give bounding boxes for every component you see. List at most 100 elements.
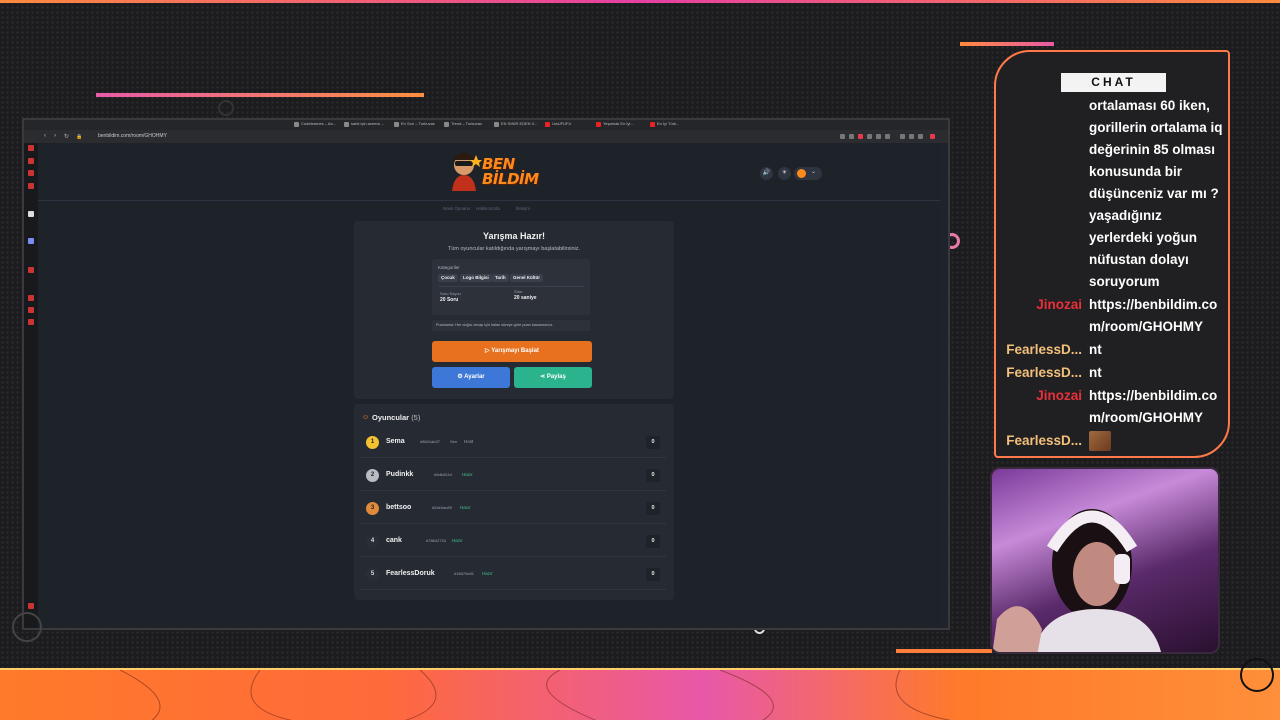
sidebar-app-icon[interactable] — [28, 211, 34, 217]
player-score: 0 — [646, 469, 660, 482]
sidebar-app-icon[interactable] — [28, 319, 34, 325]
scoring-note: Puanlama: Her doğru cevap için kalan sür… — [432, 320, 590, 331]
url-input[interactable]: benbildim.com/room/GHOHMY — [98, 133, 167, 139]
chat-message-line: nüfustan dolayı — [1089, 252, 1189, 267]
sidebar-app-icon[interactable] — [28, 170, 34, 176]
overlay-deco-bar — [960, 42, 1054, 46]
tab-favicon-icon — [596, 122, 601, 127]
browser-tab[interactable]: Trend – Turkuvaz — [444, 121, 482, 129]
forward-arrow-icon[interactable]: › — [54, 133, 56, 139]
overlay-corner-ring-icon — [12, 612, 42, 642]
extension-icon[interactable] — [918, 134, 923, 139]
user-menu-button[interactable]: ⌄ — [794, 167, 822, 180]
extension-icon[interactable] — [867, 134, 872, 139]
browser-tab[interactable]: Codelearnes – Arı... — [294, 121, 336, 129]
extension-icon[interactable] — [849, 134, 854, 139]
player-id: #54e0ac89 — [432, 505, 452, 510]
player-score: 0 — [646, 535, 660, 548]
theme-toggle-icon[interactable]: ☀ — [778, 167, 791, 180]
chat-message-line: nt — [1089, 365, 1102, 380]
settings-button[interactable]: ⚙ Ayarlar — [432, 367, 510, 388]
sound-icon[interactable]: 🔊 — [760, 167, 773, 180]
chat-message-line: yerlerdeki yoğun — [1089, 230, 1198, 245]
mascot-icon — [452, 153, 482, 191]
chat-message-line: düşünceniz var mı ? — [1089, 186, 1219, 201]
reload-icon[interactable]: ↻ — [64, 133, 69, 140]
chat-message-line: ortalaması 60 iken, — [1089, 98, 1210, 113]
browser-tab[interactable]: UwUFUFU — [545, 121, 571, 129]
player-score: 0 — [646, 502, 660, 515]
extension-icon[interactable] — [876, 134, 881, 139]
start-quiz-button[interactable]: ▷ Yarışmayı Başlat — [432, 341, 592, 362]
player-status-badge: Hazır — [460, 505, 471, 510]
player-id: #78642724 — [426, 538, 447, 543]
overlay-deco-bar — [96, 93, 424, 97]
sidebar-app-icon[interactable] — [28, 307, 34, 313]
sidebar-app-icon[interactable] — [28, 183, 34, 189]
browser-tab[interactable]: En Son – Turkuvaz — [394, 121, 435, 129]
nav-link-about[interactable]: Hakkımızda — [476, 206, 500, 211]
users-icon: ☺ — [362, 414, 370, 421]
player-rank-badge: 5 — [366, 568, 379, 581]
nav-link-contact[interactable]: İletişim — [516, 206, 530, 211]
quiz-title: Yarışma Hazır! — [482, 231, 546, 241]
player-rank-badge: 1 — [366, 436, 379, 449]
overlay-bottom-band — [0, 668, 1280, 720]
player-rank-badge: 3 — [366, 502, 379, 515]
back-arrow-icon[interactable]: ‹ — [44, 133, 46, 139]
tab-favicon-icon — [444, 122, 449, 127]
player-status-badge: Hazır — [452, 538, 463, 543]
player-id: #9db4244 — [434, 472, 452, 477]
menu-icon[interactable] — [930, 134, 935, 139]
browser-tab[interactable]: Yeşamak En İyi... — [596, 121, 634, 129]
player-name: FearlessDoruk — [386, 570, 435, 577]
overlay-dot-icon — [218, 100, 234, 116]
sidebar-app-icon[interactable] — [28, 238, 34, 244]
extension-icon[interactable] — [840, 134, 845, 139]
question-count-label: Soru Sayısı — [440, 291, 461, 296]
chat-message-line: konusunda bir — [1089, 164, 1183, 179]
chat-emote-icon — [1089, 431, 1111, 451]
overlay-corner-ring-icon — [1240, 658, 1274, 692]
nav-link-how-to-play[interactable]: Nasıl Oynanır — [443, 206, 471, 211]
streamer-image — [992, 509, 1161, 652]
player-name: cank — [386, 537, 402, 544]
players-card: ☺ Oyuncular (5) 1 Sema #8641ab27 Sen Host 0 2 P… — [354, 404, 674, 600]
tab-favicon-icon — [650, 122, 655, 127]
category-chip: Tarih — [492, 274, 509, 282]
chat-message-line: https://benbildim.co — [1089, 297, 1218, 312]
extension-icon[interactable] — [885, 134, 890, 139]
extension-icon[interactable] — [909, 134, 914, 139]
chevron-down-icon: ⌄ — [811, 169, 817, 175]
sidebar-app-icon[interactable] — [28, 267, 34, 273]
player-row: 5 FearlessDoruk #16579a31 Hazır 0 — [360, 560, 666, 590]
extension-icon[interactable] — [900, 134, 905, 139]
address-bar: ‹ › ↻ 🔒 benbildim.com/room/GHOHMY — [24, 130, 948, 143]
sidebar-app-icon[interactable] — [28, 295, 34, 301]
quiz-subtitle: Tüm oyuncular katıldığında yarışmayı baş… — [447, 246, 581, 252]
site-logo[interactable]: BEN BİLDİM — [448, 151, 542, 195]
chat-message-line: yaşadığınız — [1089, 208, 1162, 223]
chat-message-line: değerinin 85 olması — [1089, 142, 1216, 157]
chat-message-line: nt — [1089, 342, 1102, 357]
player-score: 0 — [646, 436, 660, 449]
player-rank-badge: 2 — [366, 469, 379, 482]
chat-username: Jinozai — [1036, 388, 1082, 403]
sidebar-app-icon[interactable] — [28, 603, 34, 609]
browser-tab[interactable]: sarki için acema ... — [344, 121, 384, 129]
player-rank-badge: 4 — [366, 535, 379, 548]
player-status-badge: Hazır — [482, 571, 493, 576]
extension-icon[interactable] — [858, 134, 863, 139]
sidebar-app-icon[interactable] — [28, 158, 34, 164]
share-button[interactable]: ⋖ Paylaş — [514, 367, 592, 388]
sidebar-app-icon[interactable] — [28, 145, 34, 151]
player-row: 1 Sema #8641ab27 Sen Host 0 — [360, 428, 666, 458]
browser-tab[interactable]: En İyi Türk... — [650, 121, 679, 129]
chat-username: FearlessD... — [1006, 433, 1082, 448]
browser-tab[interactable]: EN SINIR EDEN II... — [494, 121, 537, 129]
chat-message-line: gorillerin ortalama iq — [1089, 120, 1223, 135]
overlay-deco-bar — [896, 649, 992, 653]
quiz-info-box: Kategoriler Çocuk Logo Bilgisi Tarih Gen… — [432, 259, 590, 315]
quiz-ready-card: Yarışma Hazır! Tüm oyuncular katıldığınd… — [354, 221, 674, 399]
categories-label: Kategoriler — [438, 265, 460, 270]
